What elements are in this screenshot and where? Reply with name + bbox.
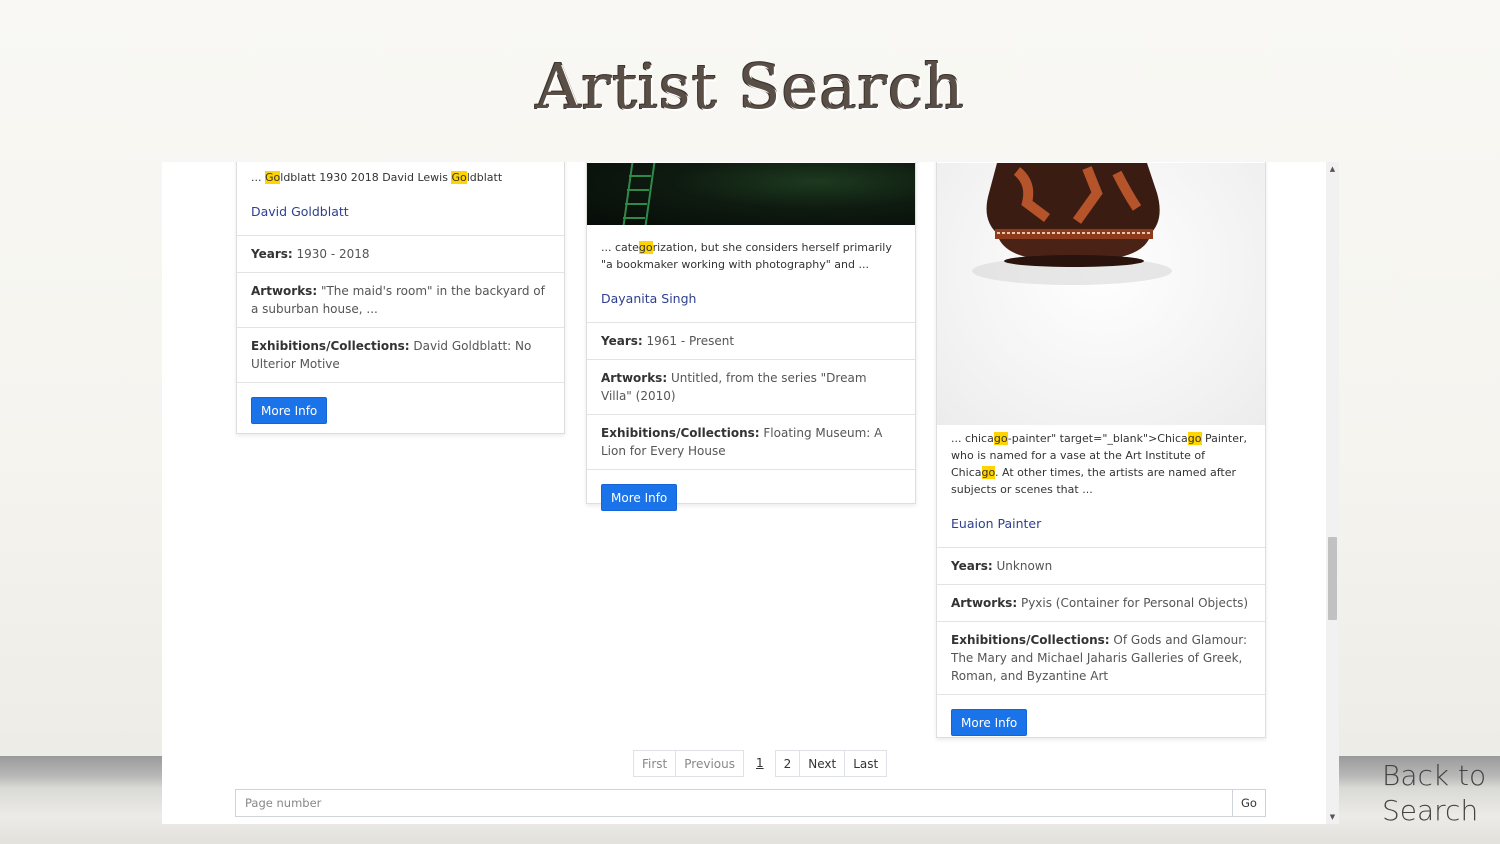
pagination-last[interactable]: Last [844, 750, 888, 777]
exhibitions-row: Exhibitions/Collections: Floating Museum… [587, 414, 915, 469]
artworks-row: Artworks: Untitled, from the series "Dre… [587, 359, 915, 414]
scroll-thumb[interactable] [1328, 537, 1337, 620]
scroll-down-arrow-icon[interactable]: ▼ [1326, 810, 1339, 824]
back-to-search-link[interactable]: Back to Search [1382, 758, 1492, 828]
search-highlight: go [1187, 432, 1202, 445]
years-row: Years: 1961 - Present [587, 322, 915, 359]
pagination-page-1[interactable]: 1 [747, 750, 772, 777]
artwork-image [937, 163, 1265, 425]
artwork-image [587, 163, 915, 225]
snippet-text: ldblatt [466, 171, 503, 184]
search-highlight: go [638, 241, 653, 254]
pagination-next[interactable]: Next [799, 750, 846, 777]
pagination: First Previous 1 2 Next Last [633, 750, 888, 777]
card-snippet: ... categorization, but she considers he… [587, 225, 915, 273]
snippet-text: ... cate [601, 241, 639, 254]
search-highlight: Go [265, 171, 281, 184]
pagination-previous[interactable]: Previous [675, 750, 744, 777]
artist-name-link[interactable]: Euaion Painter [937, 498, 1265, 547]
results-panel[interactable]: ... Goldblatt 1930 2018 David Lewis Gold… [162, 162, 1338, 824]
pagination-page-2[interactable]: 2 [774, 750, 801, 777]
search-highlight: go [993, 432, 1008, 445]
years-row: Years: Unknown [937, 547, 1265, 584]
snippet-text: -painter" target="_blank">Chica [1007, 432, 1188, 445]
page-number-input[interactable] [235, 789, 1233, 817]
vase-illustration [972, 163, 1172, 285]
artworks-row: Artworks: "The maid's room" in the backy… [237, 272, 564, 327]
card-snippet: ... Goldblatt 1930 2018 David Lewis Gold… [237, 162, 564, 186]
go-button[interactable]: Go [1232, 789, 1266, 817]
scrollbar[interactable]: ▲ ▼ [1326, 162, 1339, 824]
years-row: Years: 1930 - 2018 [237, 235, 564, 272]
more-info-button[interactable]: More Info [951, 709, 1028, 736]
snippet-text: ... [251, 171, 265, 184]
search-highlight: Go [451, 171, 467, 184]
snippet-text: ... chica [951, 432, 994, 445]
artist-name-link[interactable]: Dayanita Singh [587, 273, 915, 322]
more-info-button[interactable]: More Info [251, 397, 328, 424]
artworks-row: Artworks: Pyxis (Container for Personal … [937, 584, 1265, 621]
artist-card: ... Goldblatt 1930 2018 David Lewis Gold… [236, 162, 565, 434]
artist-card: ... categorization, but she considers he… [586, 162, 916, 511]
pagination-first[interactable]: First [633, 750, 677, 777]
more-info-button[interactable]: More Info [601, 484, 678, 511]
artist-card: ... chicago-painter" target="_blank">Chi… [936, 162, 1266, 738]
exhibitions-row: Exhibitions/Collections: Of Gods and Gla… [937, 621, 1265, 694]
snippet-text: ldblatt 1930 2018 David Lewis [280, 171, 452, 184]
page-title: Artist Search [535, 50, 965, 123]
card-snippet: ... chicago-painter" target="_blank">Chi… [937, 425, 1265, 498]
scroll-up-arrow-icon[interactable]: ▲ [1326, 162, 1339, 176]
artist-name-link[interactable]: David Goldblatt [237, 186, 564, 235]
search-highlight: go [981, 466, 996, 479]
exhibitions-row: Exhibitions/Collections: David Goldblatt… [237, 327, 564, 382]
